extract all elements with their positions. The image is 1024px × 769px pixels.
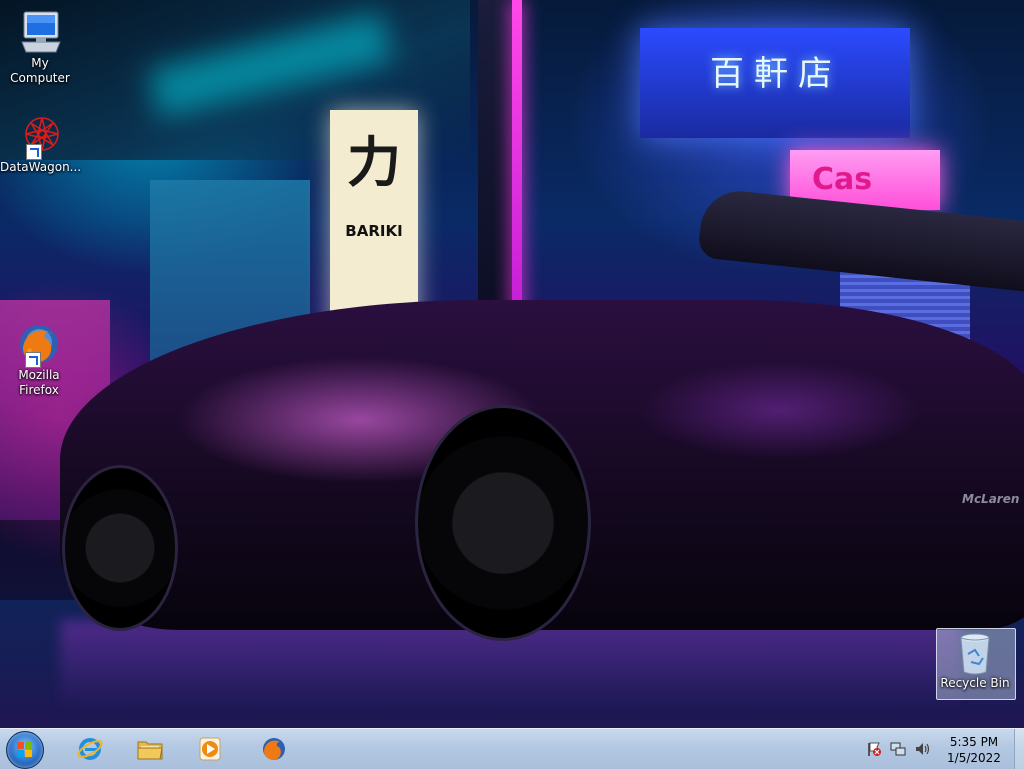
internet-explorer-icon [77,738,103,760]
taskbar: 5:35 PM 1/5/2022 [0,728,1024,769]
taskbar-internet-explorer[interactable] [62,731,118,767]
start-button[interactable] [6,731,44,769]
desktop-icon-label: Recycle Bin [940,676,1010,690]
desktop-icon-firefox[interactable]: Mozilla Firefox [0,320,78,398]
wallpaper-neon-tube [512,0,522,330]
desktop-icon-datawagon[interactable]: DataWagon... [0,112,82,175]
desktop-icon-label: My Computer [10,56,70,85]
taskbar-windows-explorer[interactable] [122,731,178,767]
desktop-icon-recycle-bin[interactable]: Recycle Bin [936,632,1014,691]
recycle-bin-icon [955,632,995,676]
wallpaper-pillar [478,0,512,320]
wallpaper-neon-sign: 百軒店 [640,28,910,138]
shortcut-arrow-icon [25,352,41,368]
taskbar-media-player[interactable] [182,731,238,767]
wallpaper-car-front-wheel [415,405,591,641]
action-center-flag-icon[interactable] [866,741,882,757]
taskbar-clock[interactable]: 5:35 PM 1/5/2022 [936,734,1012,766]
neon-sign-text: 百軒店 [710,54,842,94]
firefox-icon [263,738,285,760]
folder-icon [137,741,163,760]
shortcut-arrow-icon [26,144,42,160]
desktop-icon-label: Mozilla Firefox [18,368,60,397]
windows-start-icon [17,742,33,758]
pink-sign-text: Cas [812,162,873,197]
network-icon[interactable] [890,741,906,757]
desktop-icon-my-computer[interactable]: My Computer [0,8,80,86]
volume-icon[interactable] [914,741,930,757]
system-tray [864,729,934,769]
desktop-icon-label: DataWagon... [0,160,82,174]
computer-icon [16,8,64,56]
clock-time: 5:35 PM [949,735,999,749]
wallpaper-car-brand: McLaren [962,492,1020,506]
taskbar-firefox[interactable] [246,731,302,767]
desktop[interactable]: 力 BARIKI 百軒店 Cas McLaren My Computer Dat… [0,0,1024,728]
firefox-icon [15,320,63,368]
wallpaper-shop-sign: 力 BARIKI [330,110,418,330]
show-desktop-button[interactable] [1014,729,1024,769]
media-player-icon [199,737,221,761]
clock-date: 1/5/2022 [947,751,1001,765]
datawagon-icon [16,112,64,160]
shop-sign-text: BARIKI [345,222,403,240]
wallpaper-car-rear-wheel [62,465,178,631]
shop-sign-character: 力 [347,130,401,194]
